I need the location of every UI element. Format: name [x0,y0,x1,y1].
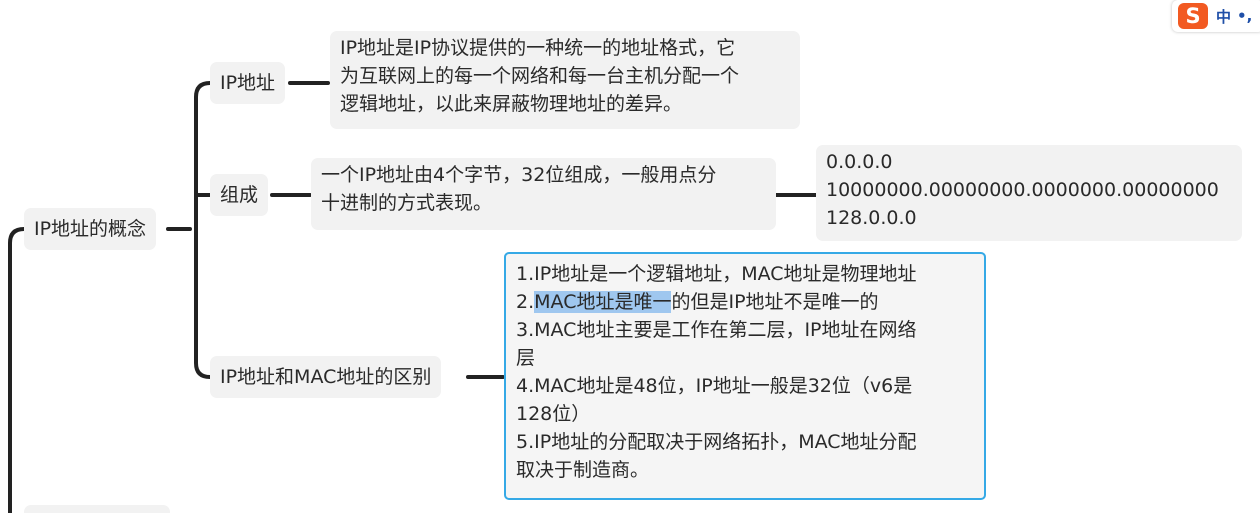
difference-line: 4.MAC地址是48位，IP地址一般是32位（v6是 [516,375,913,397]
root-node-label: IP地址的概念 [34,218,147,240]
difference-line: 5.IP地址的分配取决于网络拓扑，MAC地址分配 [516,431,917,453]
branch-node-ip-vs-mac[interactable]: IP地址和MAC地址的区别 [210,356,442,398]
difference-line: 1.IP地址是一个逻辑地址，MAC地址是物理地址 [516,263,917,285]
definition-line: 为互联网上的每一个网络和每一台主机分配一个 [340,65,740,87]
branch-node-label: 组成 [220,184,259,206]
ime-punctuation-toggle[interactable]: •, [1237,7,1252,25]
branch-bracket [194,81,212,379]
difference-line: 取决于制造商。 [516,459,650,481]
ip-vs-mac-difference-node[interactable]: 1.IP地址是一个逻辑地址，MAC地址是物理地址 2.MAC地址是唯一的但是IP… [504,252,986,500]
ip-address-definition-node[interactable]: IP地址是IP协议提供的一种统一的地址格式，它 为互联网上的每一个网络和每一台主… [330,31,800,129]
line-prefix: 2. [516,291,535,313]
root-node[interactable]: IP地址的概念 [24,208,157,250]
address-example-line: 0.0.0.0 [826,151,893,173]
difference-line: 层 [516,347,536,369]
composition-line: 一个IP地址由4个字节，32位组成，一般用点分 [321,164,717,186]
definition-line: 逻辑地址，以此来屏蔽物理地址的差异。 [340,93,683,115]
address-examples-node[interactable]: 0.0.0.0 10000000.00000000.0000000.000000… [816,145,1242,241]
difference-line: 128位） [516,403,591,425]
branch-node-label: IP地址和MAC地址的区别 [220,366,432,388]
trunk-line [8,227,26,513]
address-example-line: 10000000.00000000.0000000.00000000 [826,179,1219,201]
line-suffix: 的但是IP地址不是唯一的 [671,291,879,313]
sogou-logo-icon[interactable]: S [1178,3,1208,29]
definition-line: IP地址是IP协议提供的一种统一的地址格式，它 [340,37,736,59]
branch-node-ip-address[interactable]: IP地址 [210,62,286,104]
difference-line: 2.MAC地址是唯一的但是IP地址不是唯一的 [516,288,974,316]
ime-toolbar[interactable]: S 中 •, [1172,0,1260,32]
next-root-node[interactable] [24,505,170,513]
mindmap-canvas[interactable]: IP地址的概念 IP地址 IP地址是IP协议提供的一种统一的地址格式，它 为互联… [0,0,1260,513]
address-example-line: 128.0.0.0 [826,207,917,229]
selected-text-highlight[interactable]: MAC地址是唯一 [534,291,672,313]
branch-node-label: IP地址 [220,72,276,94]
difference-line: 3.MAC地址主要是工作在第二层，IP地址在网络 [516,319,917,341]
composition-detail-node[interactable]: 一个IP地址由4个字节，32位组成，一般用点分 十进制的方式表现。 [311,158,776,230]
ime-language-toggle[interactable]: 中 [1216,6,1231,27]
branch-node-composition[interactable]: 组成 [210,174,269,216]
composition-line: 十进制的方式表现。 [321,192,493,214]
